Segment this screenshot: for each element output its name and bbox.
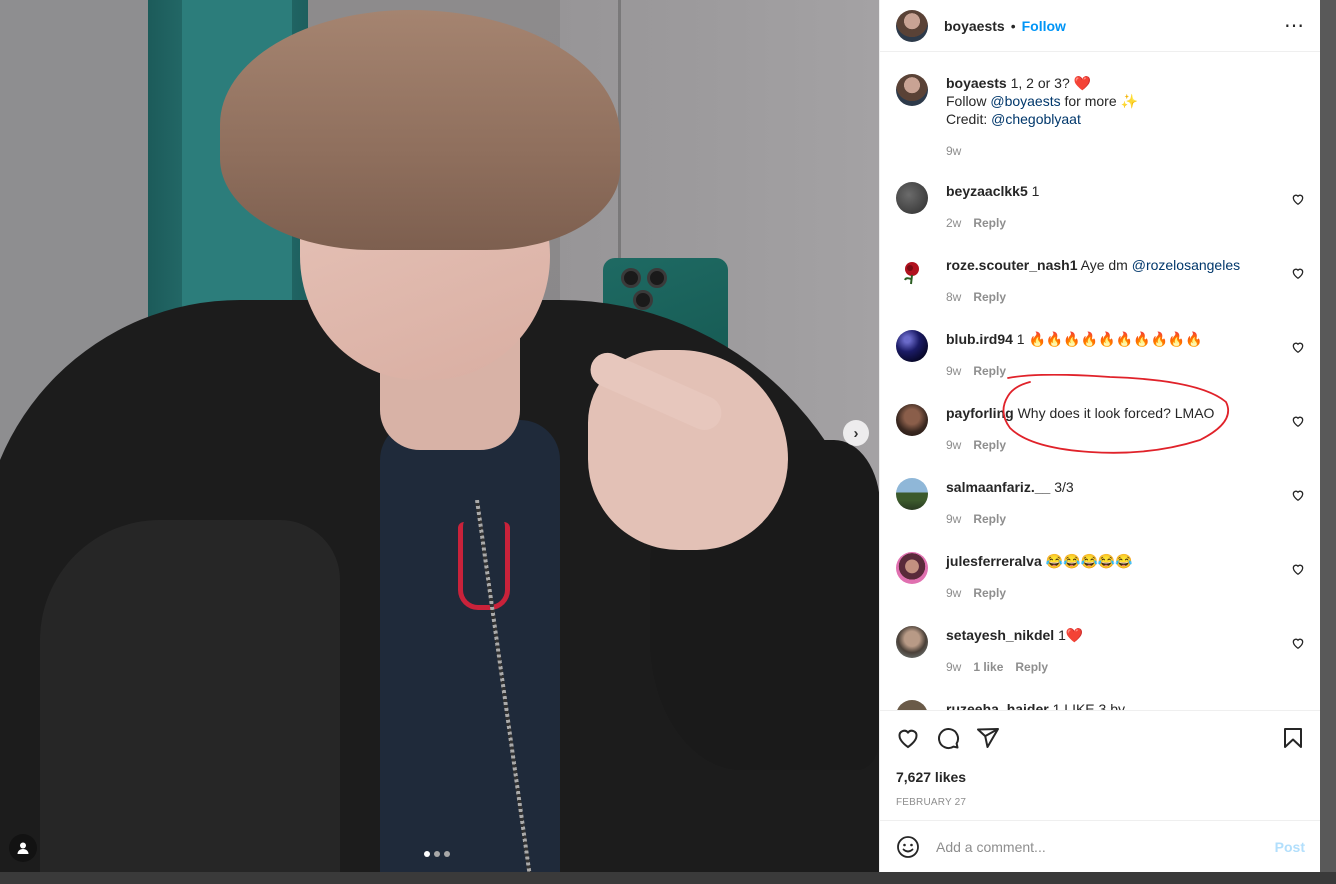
comment-text: Why does it look forced? LMAO xyxy=(1017,405,1215,421)
carousel-dot-active xyxy=(424,851,430,857)
comment-avatar[interactable] xyxy=(896,478,928,510)
comment-item: beyzaaclkk5 1 2w Reply xyxy=(896,182,1305,232)
comment-item: roze.scouter_nash1 Aye dm @rozelosangele… xyxy=(896,256,1305,306)
instagram-post-modal: › boyaests • Follow ⋯ boyaests 1, 2 or 3… xyxy=(0,0,1336,884)
comment-item: salmaanfariz.__ 3/3 9w Reply xyxy=(896,478,1305,528)
chevron-right-icon: › xyxy=(853,424,859,442)
comment-reply-button[interactable]: Reply xyxy=(973,214,1006,232)
comment-text: Aye dm xyxy=(1080,257,1132,273)
comments-list[interactable]: boyaests 1, 2 or 3? ❤️ Follow @boyaests … xyxy=(880,52,1321,710)
heart-icon[interactable] xyxy=(1291,488,1305,502)
comment-reply-button[interactable]: Reply xyxy=(973,436,1006,454)
comment-likes-count[interactable]: 1 like xyxy=(973,658,1003,676)
comment-avatar[interactable] xyxy=(896,256,928,288)
photo-jacket-shade xyxy=(40,520,340,884)
rose-icon xyxy=(904,262,919,285)
comment-username[interactable]: salmaanfariz.__ xyxy=(946,479,1050,495)
carousel-indicator xyxy=(424,851,450,857)
comment-avatar[interactable] xyxy=(896,552,928,584)
heart-icon[interactable] xyxy=(1291,340,1305,354)
like-heart-icon[interactable] xyxy=(896,726,920,750)
caption-mention-credit[interactable]: @chegoblyaat xyxy=(991,111,1081,127)
comment-avatar[interactable] xyxy=(896,626,928,658)
comment-composer: Post xyxy=(880,820,1321,872)
comment-reply-button[interactable]: Reply xyxy=(973,584,1006,602)
comment-reply-button[interactable]: Reply xyxy=(1015,658,1048,676)
caption-line2-suffix: for more ✨ xyxy=(1060,93,1138,109)
backdrop-right xyxy=(1320,0,1336,884)
comment-input[interactable] xyxy=(936,838,1275,855)
post-date: FEBRUARY 27 xyxy=(896,797,967,808)
comment-item: setayesh_nikdel 1❤️ 9w 1 like Reply xyxy=(896,626,1305,676)
comment-mention[interactable]: @rozelosangeles xyxy=(1132,257,1240,273)
author-avatar[interactable] xyxy=(896,9,928,42)
share-paper-plane-icon[interactable] xyxy=(976,726,1000,750)
heart-icon[interactable] xyxy=(1291,414,1305,428)
bookmark-icon[interactable] xyxy=(1281,726,1305,750)
comment-username[interactable]: julesferreralva xyxy=(946,553,1042,569)
more-options-icon[interactable]: ⋯ xyxy=(1284,16,1305,36)
comment-time[interactable]: 8w xyxy=(946,288,961,306)
comment-text: 1 🔥🔥🔥🔥🔥🔥🔥🔥🔥🔥 xyxy=(1016,331,1203,347)
comment-icon[interactable] xyxy=(936,726,960,750)
comment-username[interactable]: setayesh_nikdel xyxy=(946,627,1054,643)
comment-reply-button[interactable]: Reply xyxy=(973,510,1006,528)
comment-time[interactable]: 2w xyxy=(946,214,961,232)
user-icon xyxy=(17,842,29,854)
post-caption: boyaests 1, 2 or 3? ❤️ Follow @boyaests … xyxy=(896,52,1305,180)
comment-text: 3/3 xyxy=(1054,479,1074,495)
comment-avatar[interactable] xyxy=(896,404,928,436)
carousel-dot xyxy=(434,851,440,857)
heart-icon[interactable] xyxy=(1291,636,1305,650)
caption-line3-prefix: Credit: xyxy=(946,111,992,127)
post-side-panel: boyaests • Follow ⋯ boyaests 1, 2 or 3? … xyxy=(879,0,1321,872)
caption-time[interactable]: 9w xyxy=(946,142,961,160)
comment-username[interactable]: payforling xyxy=(946,405,1014,421)
heart-icon[interactable] xyxy=(1291,266,1305,280)
comment-reply-button[interactable]: Reply xyxy=(973,362,1006,380)
author-username[interactable]: boyaests xyxy=(944,18,1005,34)
comment-username[interactable]: blub.ird94 xyxy=(946,331,1013,347)
comment-username[interactable]: beyzaaclkk5 xyxy=(946,183,1028,199)
post-header: boyaests • Follow ⋯ xyxy=(880,0,1321,52)
likes-count[interactable]: 7,627 likes xyxy=(896,769,1305,785)
caption-mention-boyaests[interactable]: @boyaests xyxy=(990,93,1060,109)
comment-item: julesferreralva 😂😂😂😂😂 9w Reply xyxy=(896,552,1305,602)
header-separator: • xyxy=(1010,17,1016,34)
carousel-dot xyxy=(444,851,450,857)
caption-username[interactable]: boyaests xyxy=(946,75,1007,91)
comment-username[interactable]: ruzeeha_haider xyxy=(946,701,1049,710)
comment-text: 😂😂😂😂😂 xyxy=(1045,553,1133,569)
post-comment-button[interactable]: Post xyxy=(1275,839,1305,855)
comment-time[interactable]: 9w xyxy=(946,510,961,528)
caption-line2-prefix: Follow xyxy=(946,93,991,109)
heart-icon[interactable] xyxy=(1291,562,1305,576)
post-actions: 7,627 likes FEBRUARY 27 xyxy=(880,710,1321,820)
comment-reply-button[interactable]: Reply xyxy=(973,288,1006,306)
caption-avatar[interactable] xyxy=(896,74,928,106)
carousel-next-button[interactable]: › xyxy=(843,420,869,446)
comment-avatar[interactable] xyxy=(896,330,928,362)
comment-item: ruzeeha_haider 1 LIKE 3 by xyxy=(896,700,1305,710)
follow-button[interactable]: Follow xyxy=(1022,18,1066,34)
comment-time[interactable]: 9w xyxy=(946,436,961,454)
photo-shirt xyxy=(380,420,560,884)
comment-item: payforling Why does it look forced? LMAO… xyxy=(896,404,1305,454)
backdrop-bottom xyxy=(0,872,1336,884)
caption-line1: 1, 2 or 3? ❤️ xyxy=(1010,75,1092,91)
comment-text: 1 xyxy=(1031,183,1040,199)
comment-time[interactable]: 9w xyxy=(946,584,961,602)
heart-icon[interactable] xyxy=(1291,192,1305,206)
post-photo[interactable]: › xyxy=(0,0,879,884)
comment-text: 1 LIKE 3 by xyxy=(1052,701,1125,710)
tagged-users-button[interactable] xyxy=(9,834,37,862)
comment-text: 1❤️ xyxy=(1058,627,1084,643)
comment-username[interactable]: roze.scouter_nash1 xyxy=(946,257,1078,273)
comment-avatar[interactable] xyxy=(896,182,928,214)
comment-avatar[interactable] xyxy=(896,700,928,710)
emoji-icon[interactable] xyxy=(896,835,920,859)
comment-time[interactable]: 9w xyxy=(946,658,961,676)
comment-item: blub.ird94 1 🔥🔥🔥🔥🔥🔥🔥🔥🔥🔥 9w Reply xyxy=(896,330,1305,380)
comment-time[interactable]: 9w xyxy=(946,362,961,380)
